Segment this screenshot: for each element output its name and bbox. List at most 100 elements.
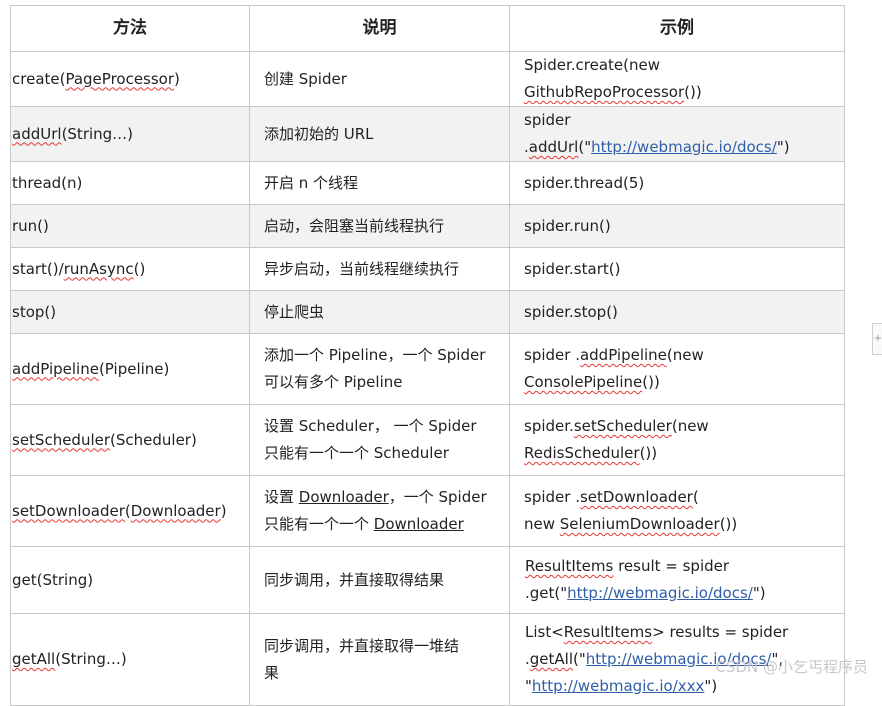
table-row: thread(n) 开启 n 个线程 spider.thread(5): [10, 161, 845, 205]
example-text: result = spider: [613, 557, 730, 575]
example-line: List<ResultItems> results = spider: [525, 619, 830, 646]
example-text: GithubRepoProcessor: [524, 83, 685, 101]
desc-text: 开启 n 个线程: [264, 173, 359, 192]
side-expand-tab[interactable]: +: [872, 323, 882, 355]
method-cell: setDownloader(Downloader): [10, 475, 250, 547]
example-link[interactable]: http://webmagic.io/xxx: [532, 677, 705, 695]
example-text: spider.thread(5): [524, 173, 645, 192]
table-row: create(PageProcessor) 创建 Spider Spider.c…: [10, 51, 845, 107]
desc-text: Downloader: [298, 488, 389, 506]
example-text: spider.stop(): [524, 302, 618, 321]
example-line: .get("http://webmagic.io/docs/"): [525, 580, 830, 607]
desc-cell: 添加一个 Pipeline，一个 Spider 可以有多个 Pipeline: [249, 333, 510, 405]
example-text: ()): [719, 515, 738, 533]
example-text: addUrl: [528, 138, 579, 156]
example-line: spider .setDownloader(: [524, 484, 830, 511]
example-text: ": [525, 677, 532, 695]
example-link[interactable]: http://webmagic.io/docs/: [567, 584, 753, 602]
desc-cell: 设置 Scheduler， 一个 Spider 只能有一个一个 Scheduler: [249, 404, 510, 476]
method-cell: getAll(String…): [10, 613, 250, 706]
example-line: ResultItems result = spider: [525, 553, 830, 580]
desc-line: 只能有一个一个 Downloader: [264, 511, 495, 538]
example-text: (: [692, 488, 699, 506]
method-text: addUrl: [12, 124, 62, 143]
method-cell: setScheduler(Scheduler): [10, 404, 250, 476]
example-text: "): [752, 584, 766, 602]
example-text: new: [524, 515, 560, 533]
method-text: runAsync: [63, 259, 134, 278]
table-row: run() 启动，会阻塞当前线程执行 spider.run(): [10, 204, 845, 248]
example-text: .get(": [525, 584, 568, 602]
desc-line: 设置 Downloader，一个 Spider: [264, 484, 495, 511]
example-text: getAll: [529, 650, 574, 668]
method-text: (String…): [55, 650, 127, 668]
example-text: spider.start(): [524, 259, 621, 278]
table-row: setDownloader(Downloader) 设置 Downloader，…: [10, 475, 845, 547]
method-text: stop(): [12, 302, 57, 321]
example-text: ()): [684, 83, 702, 101]
method-text: ): [220, 501, 227, 520]
desc-text: Downloader: [373, 515, 464, 533]
header-row: 方法 说明 示例: [10, 5, 845, 52]
example-cell: spider .addUrl("http://webmagic.io/docs/…: [509, 106, 845, 162]
method-cell: get(String): [10, 546, 250, 614]
example-cell: ResultItems result = spider .get("http://…: [509, 546, 845, 614]
desc-cell: 同步调用，并直接取得一堆结果: [249, 613, 510, 706]
example-cell: spider.run(): [509, 204, 845, 248]
example-text: spider.: [524, 417, 574, 435]
header-example: 示例: [509, 5, 845, 52]
method-text: get(String): [12, 570, 94, 589]
example-text: > results = spider: [652, 623, 789, 641]
table-row: get(String) 同步调用，并直接取得结果 ResultItems res…: [10, 546, 845, 614]
header-desc: 说明: [249, 5, 510, 52]
example-cell: spider.start(): [509, 247, 845, 291]
method-text: ): [174, 69, 180, 88]
example-text: "): [776, 138, 790, 156]
example-text: SeleniumDownloader: [559, 515, 720, 533]
method-cell: stop(): [10, 290, 250, 334]
desc-cell: 启动，会阻塞当前线程执行: [249, 204, 510, 248]
api-method-table: 方法 说明 示例 create(PageProcessor) 创建 Spider…: [10, 5, 845, 706]
desc-line: 可以有多个 Pipeline: [264, 373, 403, 391]
desc-line: 添加一个 Pipeline，一个 Spider: [264, 346, 486, 364]
desc-text: 创建 Spider: [264, 69, 347, 88]
example-text: ResultItems: [525, 557, 614, 575]
example-cell: spider .setDownloader( new SeleniumDownlo…: [509, 475, 845, 547]
example-text: (": [578, 138, 592, 156]
method-text: start()/: [12, 259, 64, 278]
example-text: ResultItems: [563, 623, 653, 641]
method-text: create(: [12, 69, 66, 88]
example-text: spider .: [524, 346, 580, 364]
method-text: (Scheduler): [110, 430, 197, 449]
table-row: stop() 停止爬虫 spider.stop(): [10, 290, 845, 334]
method-cell: thread(n): [10, 161, 250, 205]
desc-cell: 设置 Downloader，一个 Spider 只能有一个一个 Downloade…: [249, 475, 510, 547]
table-row: setScheduler(Scheduler) 设置 Scheduler， 一个…: [10, 404, 845, 476]
method-text: addPipeline: [12, 359, 99, 378]
method-text: setDownloader: [12, 501, 125, 520]
example-text: List<: [525, 623, 564, 641]
example-cell: spider .addPipeline(new ConsolePipeline(…: [509, 333, 845, 405]
example-cell: spider.stop(): [509, 290, 845, 334]
desc-text: 同步调用，并直接取得结果: [264, 570, 445, 589]
method-cell: start()/runAsync(): [10, 247, 250, 291]
desc-cell: 异步启动，当前线程继续执行: [249, 247, 510, 291]
method-text: getAll: [12, 650, 56, 668]
watermark: CSDN @小乞丐程序员: [715, 658, 868, 676]
method-cell: run(): [10, 204, 250, 248]
method-cell: addPipeline(Pipeline): [10, 333, 250, 405]
example-cell: spider.thread(5): [509, 161, 845, 205]
example-cell: Spider.create(new GithubRepoProcessor()): [509, 51, 845, 107]
example-line: "http://webmagic.io/xxx"): [525, 673, 830, 700]
example-text: Spider.create(new: [524, 56, 660, 74]
method-text: run(): [12, 216, 49, 235]
example-text: addPipeline: [579, 346, 667, 364]
desc-cell: 停止爬虫: [249, 290, 510, 334]
example-text: spider.run(): [524, 216, 611, 235]
example-text: ()): [642, 373, 660, 391]
example-text: (": [573, 650, 586, 668]
desc-text: 异步启动，当前线程继续执行: [264, 259, 460, 278]
method-text: setScheduler: [12, 430, 111, 449]
desc-text: 启动，会阻塞当前线程执行: [264, 216, 445, 235]
example-link[interactable]: http://webmagic.io/docs/: [591, 138, 777, 156]
